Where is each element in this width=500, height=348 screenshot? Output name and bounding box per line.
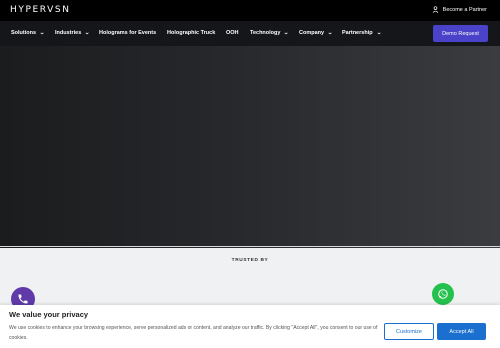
consent-title: We value your privacy <box>9 310 89 319</box>
nav-ooh-label: OOH <box>226 30 239 36</box>
nav-technology[interactable]: Technology ⌄ <box>250 30 289 36</box>
chevron-down-icon: ⌄ <box>327 30 333 36</box>
whatsapp-icon <box>438 289 448 299</box>
nav-holograms-for-events[interactable]: Holograms for Events <box>99 30 156 36</box>
nav-technology-label: Technology <box>250 30 281 36</box>
demo-request-button[interactable]: Demo Request <box>433 25 488 42</box>
trusted-by-heading: TRUSTED BY <box>231 258 269 263</box>
nav-partnership-label: Partnership <box>342 30 373 36</box>
nav-company[interactable]: Company ⌄ <box>299 30 333 36</box>
phone-icon <box>18 294 28 304</box>
chevron-down-icon: ⌄ <box>84 30 91 36</box>
main-nav: Solutions ⌄ Industries ⌄ Holograms for E… <box>0 21 500 46</box>
logo[interactable]: HYPERVSN <box>10 5 71 15</box>
user-icon <box>432 6 438 13</box>
become-partner-label: Become a Partner <box>442 6 487 13</box>
consent-text: We use cookies to enhance your browsing … <box>9 325 378 341</box>
accept-all-button[interactable]: Accept All <box>437 323 486 340</box>
nav-company-label: Company <box>299 30 325 36</box>
chevron-down-icon: ⌄ <box>375 30 382 36</box>
become-partner-link[interactable]: Become a Partner <box>432 6 487 13</box>
nav-solutions[interactable]: Solutions ⌄ <box>11 30 45 36</box>
nav-industries[interactable]: Industries ⌄ <box>55 30 90 36</box>
page: HYPERVSN Become a Partner Solutions ⌄ In… <box>0 0 500 348</box>
hero-banner <box>0 46 500 248</box>
chevron-down-icon: ⌄ <box>283 30 290 36</box>
nav-ooh[interactable]: OOH <box>226 30 239 36</box>
top-bar: HYPERVSN Become a Partner <box>0 0 500 21</box>
whatsapp-chat-button[interactable] <box>432 283 454 305</box>
chevron-down-icon: ⌄ <box>39 30 45 36</box>
nav-holograms-for-events-label: Holograms for Events <box>99 30 157 36</box>
nav-industries-label: Industries <box>55 30 82 36</box>
cookie-consent-banner: We value your privacy We use cookies to … <box>0 305 500 348</box>
nav-holographic-truck-label: Holographic Truck <box>167 30 216 36</box>
section-divider <box>0 246 500 247</box>
nav-solutions-label: Solutions <box>11 30 37 36</box>
nav-holographic-truck[interactable]: Holographic Truck <box>167 30 215 36</box>
customize-button[interactable]: Customize <box>384 323 434 340</box>
nav-partnership[interactable]: Partnership ⌄ <box>342 30 381 36</box>
